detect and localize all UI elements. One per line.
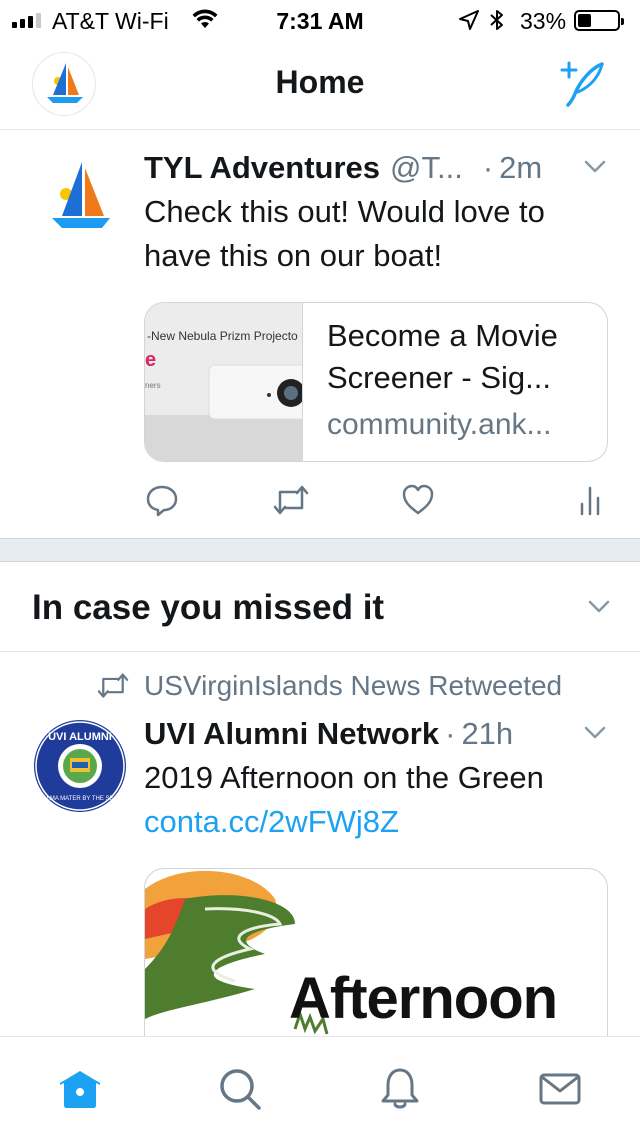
- tab-messages[interactable]: [536, 1065, 584, 1113]
- location-arrow-icon: [458, 9, 480, 37]
- tweet-actions: [144, 482, 610, 522]
- card-thumbnail: -New Nebula Prizm Projecto e ners: [145, 303, 303, 461]
- in-case-you-missed-it-header: In case you missed it: [0, 562, 640, 652]
- image-caption-text: Afternoon: [289, 966, 558, 1031]
- author-name[interactable]: UVI Alumni Network: [144, 716, 439, 752]
- battery-percentage: 33%: [520, 8, 567, 34]
- tab-search[interactable]: [216, 1065, 264, 1113]
- retweet-icon: [97, 673, 129, 698]
- analytics-button[interactable]: [572, 482, 612, 522]
- tweet-time: 2m: [499, 150, 543, 185]
- tweet-menu-button[interactable]: [580, 718, 610, 748]
- tweet-text: Check this out! Would love to have this …: [144, 194, 545, 273]
- separator-dot: ·: [482, 150, 494, 185]
- reply-icon: [146, 485, 178, 517]
- link-card[interactable]: -New Nebula Prizm Projecto e ners Become…: [144, 302, 608, 462]
- like-button[interactable]: [400, 482, 440, 522]
- uvi-alumni-seal-icon: UVI ALUMNI ALMA MATER BY THE SEA: [34, 720, 126, 812]
- chevron-down-icon: [584, 726, 606, 739]
- chevron-down-icon: [588, 600, 610, 613]
- card-text: Become a Movie Screener - Sig... communi…: [327, 315, 591, 445]
- notifications-icon: [381, 1068, 419, 1109]
- tweet-avatar[interactable]: [32, 152, 128, 248]
- tweet-header: UVI Alumni Network · 21h: [144, 714, 610, 754]
- seal-bottom-text: ALMA MATER BY THE SEA: [42, 796, 117, 802]
- author-handle[interactable]: @T...: [390, 150, 463, 186]
- tweet-menu-button[interactable]: [580, 152, 610, 182]
- battery-fill: [578, 14, 591, 27]
- tweet-body: TYL Adventures @T... · 2m Check this out…: [144, 148, 610, 278]
- status-bar: AT&T Wi-Fi 7:31 AM 33%: [0, 0, 640, 40]
- projector-image: [145, 364, 302, 461]
- tweet-text: 2019 Afternoon on the Green conta.cc/2wF…: [144, 756, 610, 844]
- tweet[interactable]: TYL Adventures @T... · 2m Check this out…: [0, 130, 640, 538]
- tweet-avatar[interactable]: UVI ALUMNI ALMA MATER BY THE SEA: [32, 718, 128, 814]
- messages-icon: [539, 1073, 581, 1105]
- tweet-text-body: 2019 Afternoon on the Green: [144, 760, 544, 795]
- analytics-icon: [580, 486, 600, 516]
- compose-tweet-button[interactable]: [556, 60, 612, 108]
- separator-dot: ·: [445, 716, 456, 751]
- retweet-context[interactable]: USVirginIslands News Retweeted: [96, 670, 562, 702]
- section-menu-button[interactable]: [584, 592, 614, 622]
- tweet-link[interactable]: conta.cc/2wFWj8Z: [144, 804, 399, 839]
- bluetooth-icon: [488, 8, 506, 38]
- tweet-time: 21h: [461, 716, 514, 751]
- home-icon: [60, 1071, 100, 1108]
- retweeted-by-label: USVirginIslands News Retweeted: [144, 670, 563, 701]
- tab-bar: [0, 1036, 640, 1136]
- tab-home[interactable]: [56, 1065, 104, 1113]
- sailboat-logo-icon: [52, 162, 110, 228]
- retweet-icon: [273, 485, 309, 515]
- reply-button[interactable]: [144, 482, 184, 522]
- section-title: In case you missed it: [32, 588, 385, 627]
- retweet-button[interactable]: [272, 482, 312, 522]
- tweet-header: TYL Adventures @T... · 2m: [144, 148, 610, 188]
- battery-icon: [574, 10, 624, 31]
- card-domain: community.ank...: [327, 408, 552, 441]
- page-title: Home: [275, 64, 365, 100]
- card-title: Become a Movie Screener - Sig...: [327, 318, 558, 395]
- chevron-down-icon: [584, 160, 606, 173]
- compose-tweet-icon: [560, 61, 604, 107]
- author-name[interactable]: TYL Adventures: [144, 150, 380, 186]
- section-divider: [0, 538, 640, 562]
- tab-notifications[interactable]: [376, 1065, 424, 1113]
- heart-icon: [402, 484, 434, 515]
- seal-top-text: UVI ALUMNI: [48, 731, 112, 743]
- search-icon: [220, 1069, 261, 1110]
- nav-header: Home: [0, 40, 640, 130]
- tweet-body: UVI Alumni Network · 21h 2019 Afternoon …: [144, 714, 610, 844]
